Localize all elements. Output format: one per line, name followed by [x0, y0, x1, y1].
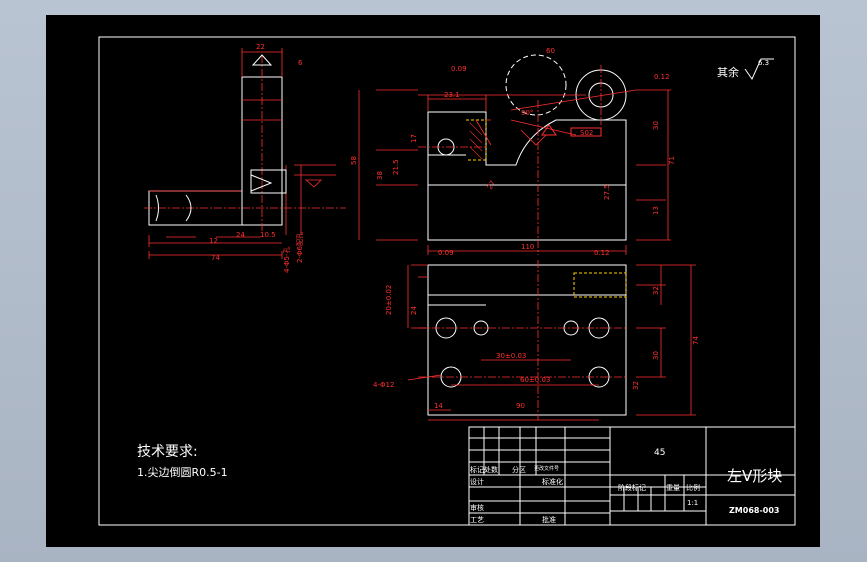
- top-view: [407, 260, 696, 421]
- label-approve: 批准: [542, 515, 556, 524]
- dim-front-tol-009: 0.09: [451, 65, 467, 73]
- label-weight: 重量: [666, 484, 680, 492]
- dim-top-14: 14: [434, 402, 443, 410]
- dim-front-angle: 90°: [521, 109, 533, 117]
- dim-front-23-1: 23.1: [444, 91, 460, 99]
- dim-top-32b: 32: [632, 381, 640, 390]
- dim-front-17: 17: [410, 134, 418, 143]
- dim-front-tol-012: 0.12: [654, 73, 670, 81]
- dim-front-27-5: 27.5: [603, 184, 611, 200]
- dim-front-13: 13: [652, 206, 660, 215]
- dim-side-pin-holes: 2-Φ6配孔: [296, 232, 304, 263]
- dim-front-60: 60: [546, 47, 555, 55]
- dim-side-6: 6: [298, 59, 303, 67]
- label-review: 审核: [470, 503, 484, 512]
- dim-top-60-003: 60±0.03: [520, 376, 550, 384]
- dim-front-38: 38: [376, 171, 384, 180]
- label-mark-zone: 标记处数: [470, 465, 498, 474]
- scale-value: 1:1: [687, 499, 698, 507]
- dim-top-tol-012: 0.12: [594, 249, 610, 257]
- dim-front-27: 27: [486, 179, 497, 191]
- dim-top-90: 90: [516, 402, 525, 410]
- drawing-sheet: 22 6 12 24 10.5 74 4-Φ5-孔 2-Φ6配孔 23.1 17…: [46, 15, 820, 547]
- part-name: 左V形块: [727, 467, 782, 485]
- dim-top-30: 30: [652, 351, 660, 360]
- dim-side-74: 74: [211, 254, 220, 262]
- drawing-number: ZM068-003: [729, 506, 779, 515]
- dim-top-30-003: 30±0.03: [496, 352, 526, 360]
- dim-side-holes: 4-Φ5-孔: [283, 247, 291, 273]
- label-process: 工艺: [470, 516, 484, 524]
- dim-front-110: 110: [521, 243, 534, 251]
- label-zone: 分区: [512, 465, 526, 474]
- dim-top-4-holes: 4-Φ12: [373, 381, 394, 389]
- roughness-value: 6.3: [758, 59, 769, 67]
- dim-side-width: 22: [256, 43, 265, 51]
- dim-side-10-5: 10.5: [260, 231, 276, 239]
- label-change-doc: 更改文件号: [534, 465, 559, 472]
- label-scale: 比例: [686, 483, 700, 492]
- material: 45: [654, 448, 665, 458]
- cad-drawing: 22 6 12 24 10.5 74 4-Φ5-孔 2-Φ6配孔 23.1 17…: [98, 36, 796, 526]
- dim-front-71: 71: [668, 156, 676, 165]
- label-design: 设计: [470, 477, 484, 486]
- dim-top-20-002: 20±0.02: [385, 285, 393, 315]
- tech-req-title: 技术要求:: [137, 444, 198, 460]
- dim-front-30: 30: [652, 121, 660, 130]
- dim-front-21-5: 21.5: [392, 159, 400, 175]
- dim-front-58: 58: [350, 156, 358, 165]
- datum-label: S02: [580, 129, 593, 137]
- label-standardize: 标准化: [542, 477, 563, 486]
- dim-top-74: 74: [692, 336, 700, 345]
- front-view: [358, 54, 671, 255]
- label-stage-mark: 阶段标记: [618, 483, 646, 492]
- tech-req-item: 1.尖边倒圆R0.5-1: [137, 466, 228, 479]
- dim-top-24: 24: [410, 306, 418, 315]
- dim-top-32: 32: [652, 286, 660, 295]
- dim-side-12: 12: [209, 237, 218, 245]
- side-view: [144, 48, 346, 259]
- dim-top-tol-009: 0.09: [438, 249, 454, 257]
- dim-side-24: 24: [236, 231, 245, 239]
- surface-note: 其余: [717, 65, 739, 79]
